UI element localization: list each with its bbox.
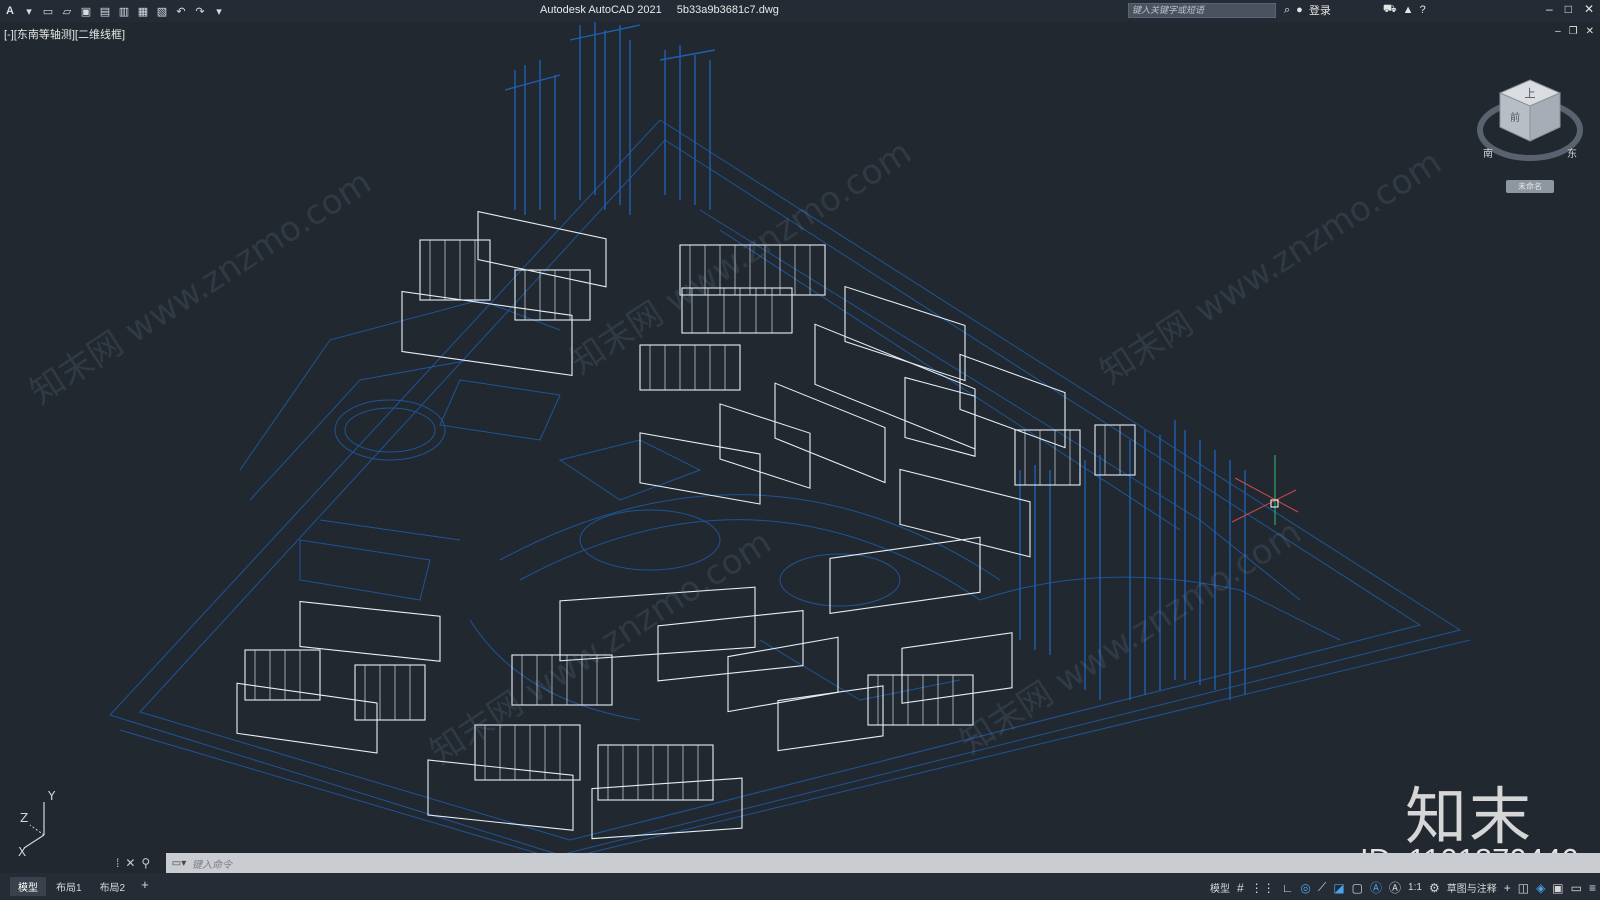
viewcube-south-label[interactable]: 南: [1483, 147, 1493, 160]
open-icon[interactable]: ▱: [59, 3, 75, 19]
hamburger-menu-icon[interactable]: ≡: [1589, 881, 1596, 895]
model-space-button[interactable]: 模型: [1210, 880, 1230, 895]
object-snap-icon[interactable]: ◪: [1333, 881, 1344, 895]
new-icon[interactable]: ▭: [40, 3, 56, 19]
layout-tabs: 模型 布局1 布局2 +: [0, 877, 155, 896]
command-prompt-icon[interactable]: ▭▾: [166, 858, 192, 869]
help-icon[interactable]: ?: [1420, 4, 1426, 16]
autocad-logo-icon[interactable]: A: [2, 3, 18, 19]
close-icon[interactable]: ✕: [1584, 2, 1594, 16]
title-bar: A ▾ ▭ ▱ ▣ ▤ ▥ ▦ ▧ ↶ ↷ ▾ Autodesk AutoCAD…: [0, 0, 1600, 22]
add-layout-icon[interactable]: +: [135, 877, 155, 896]
grid-icon[interactable]: #: [1237, 881, 1244, 895]
auto-scale-icon[interactable]: Ⓐ: [1389, 879, 1401, 896]
command-placeholder: 键入命令: [192, 859, 232, 871]
close-command-icon[interactable]: ✕: [125, 856, 135, 870]
cart-icon[interactable]: ⛟: [1383, 3, 1397, 17]
web-open-icon[interactable]: ▥: [116, 3, 132, 19]
command-line: ⁞ ✕ ⚲ ▭▾ 键入命令: [116, 853, 1600, 873]
save-as-icon[interactable]: ▤: [97, 3, 113, 19]
clean-screen-icon[interactable]: ▭: [1571, 881, 1582, 895]
units-icon[interactable]: ◫: [1518, 881, 1529, 895]
snap-icon[interactable]: ⋮⋮: [1251, 881, 1275, 895]
ortho-icon[interactable]: ∟: [1282, 881, 1294, 895]
viewcube-east-label[interactable]: 东: [1567, 147, 1577, 160]
command-input[interactable]: ▭▾ 键入命令: [166, 853, 1600, 873]
quick-access-toolbar: A ▾ ▭ ▱ ▣ ▤ ▥ ▦ ▧ ↶ ↷ ▾: [0, 0, 227, 22]
a360-icon[interactable]: ▲: [1403, 4, 1414, 16]
status-bar: 模型 布局1 布局2 + 模型 # ⋮⋮ ∟ ◎ ⟋ ◪ ▢ Ⓐ Ⓐ 1:1 ⚙…: [0, 873, 1600, 900]
gear-icon[interactable]: ⚙: [1429, 881, 1440, 895]
login-button[interactable]: 登录: [1309, 2, 1331, 18]
save-icon[interactable]: ▣: [78, 3, 94, 19]
tab-model[interactable]: 模型: [10, 877, 46, 896]
customize-icon[interactable]: ▾: [211, 3, 227, 19]
viewcube-top-label[interactable]: 上: [1525, 87, 1536, 100]
ucs-icon: Y Z X: [18, 790, 56, 859]
minimize-icon[interactable]: –: [1546, 2, 1553, 16]
plot-icon[interactable]: ▧: [154, 3, 170, 19]
app-menu-arrow-icon[interactable]: ▾: [21, 3, 37, 19]
plus-icon[interactable]: +: [1504, 881, 1511, 895]
ucs-z-label: Z: [20, 811, 28, 825]
workspace-switch[interactable]: 草图与注释: [1447, 880, 1497, 895]
grip-icon[interactable]: ⁞: [116, 856, 119, 870]
search-input[interactable]: 键入关键字或短语: [1128, 3, 1276, 18]
maximize-icon[interactable]: □: [1565, 2, 1572, 16]
tab-layout2[interactable]: 布局2: [92, 877, 134, 896]
polar-icon[interactable]: ◎: [1300, 881, 1310, 895]
file-name: 5b33a9b3681c7.dwg: [676, 4, 779, 16]
annotation-visibility-icon[interactable]: Ⓐ: [1370, 879, 1382, 896]
viewcube[interactable]: 上 前 南 东: [1475, 75, 1585, 195]
isodraft-icon[interactable]: ⟋: [1318, 880, 1326, 895]
wcs-menu[interactable]: 未命名: [1506, 180, 1554, 193]
window-title: Autodesk AutoCAD 2021 5b33a9b3681c7.dwg: [540, 4, 791, 16]
drawing-canvas[interactable]: [0, 22, 1600, 853]
undo-icon[interactable]: ↶: [173, 3, 189, 19]
annotation-scale[interactable]: 1:1: [1408, 882, 1422, 893]
customize-command-icon[interactable]: ⚲: [141, 856, 150, 870]
hardware-accel-icon[interactable]: ▣: [1552, 881, 1563, 895]
ucs-x-label: X: [18, 845, 26, 859]
viewcube-front-label[interactable]: 前: [1510, 111, 1520, 124]
ucs-y-label: Y: [47, 790, 56, 803]
search-icon[interactable]: ⌕: [1284, 4, 1290, 17]
user-icon[interactable]: ●: [1296, 4, 1303, 16]
app-title: Autodesk AutoCAD 2021: [540, 4, 662, 16]
tab-layout1[interactable]: 布局1: [48, 877, 90, 896]
redo-icon[interactable]: ↷: [192, 3, 208, 19]
web-save-icon[interactable]: ▦: [135, 3, 151, 19]
isolate-icon[interactable]: ◈: [1536, 881, 1545, 895]
otrack-icon[interactable]: ▢: [1352, 881, 1363, 895]
